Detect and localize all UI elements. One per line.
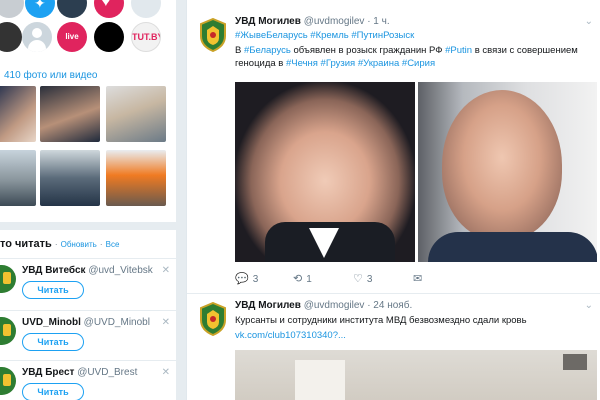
account-name[interactable]: УВД Витебск @uvd_Vitebsk [22,265,153,276]
view-all-link[interactable]: Все [106,240,120,249]
account-display-name: УВД Брест [22,367,75,378]
media-thumbnail[interactable] [40,86,100,142]
retweet-icon: ⟲ [293,273,303,285]
avatar[interactable]: TUT.BY [131,22,161,52]
tweet-photo[interactable] [235,82,415,262]
retweet-count: 1 [306,274,312,285]
media-thumbnail[interactable] [106,150,166,206]
avatar[interactable] [94,0,124,18]
author-handle[interactable]: @uvdmogilev [304,300,365,311]
left-sidebar: live TUT.BY 410 фото или видео то читать… [0,0,180,400]
avatar[interactable] [199,301,227,337]
police-emblem-icon [200,301,226,337]
media-thumbnail[interactable] [106,86,166,142]
tweet-photo[interactable] [418,82,597,262]
envelope-icon: ✉ [413,273,423,285]
tweet-header: УВД Могилев @uvdmogilev · 1 ч. [235,16,390,27]
photos-videos-panel: 410 фото или видео [0,62,176,222]
avatar[interactable] [57,0,87,18]
tweet[interactable]: УВД Могилев @uvdmogilev · 1 ч. ⌄ #ЖывеБе… [187,10,600,294]
close-icon[interactable]: ✕ [162,265,170,276]
police-emblem-icon [200,17,226,53]
close-icon[interactable]: ✕ [162,367,170,378]
account-handle: @uvd_Vitebsk [88,265,153,276]
chevron-down-icon[interactable]: ⌄ [585,16,593,27]
follow-suggestion: УВД Витебск @uvd_Vitebsk ✕ Читать [0,258,176,308]
photo-detail [428,232,597,262]
follow-button[interactable]: Читать [22,333,84,351]
follow-button[interactable]: Читать [22,383,84,400]
hashtag[interactable]: #Putin [445,45,472,56]
separator: · [99,240,103,249]
author-name[interactable]: УВД Могилев [235,300,301,311]
tweet-photos [235,82,597,262]
who-to-follow-header: то читать · Обновить · Все [0,238,119,250]
timeline: УВД Могилев @uvdmogilev · 1 ч. ⌄ #ЖывеБе… [186,0,600,400]
follow-suggestion: УВД Брест @UVD_Brest ✕ Читать [0,360,176,400]
tweet-text: Курсанты и сотрудники института МВД безв… [235,315,527,326]
tweet-header: УВД Могилев @uvdmogilev · 24 нояб. [235,300,412,311]
avatar[interactable] [199,17,227,53]
hashtag[interactable]: #Беларусь [244,45,291,56]
avatar[interactable] [0,317,16,345]
account-handle: @UVD_Minobl [83,317,150,328]
hashtag-line[interactable]: #ЖывеБеларусь #Кремль #ПутинРозыск [235,30,414,41]
account-display-name: УВД Витебск [22,265,86,276]
avatar[interactable] [22,22,52,52]
photo-detail [442,90,562,240]
tweet-photo[interactable] [235,350,597,400]
text-segment: объявлен в розыск гражданин РФ [290,45,446,56]
author-handle[interactable]: @uvdmogilev [304,16,365,27]
refresh-link[interactable]: Обновить [61,240,97,249]
account-handle: @UVD_Brest [77,367,138,378]
like-count: 3 [366,274,373,285]
avatar[interactable] [0,22,22,52]
avatar[interactable] [25,0,55,18]
direct-message-button[interactable]: ✉ [413,272,426,285]
avatar[interactable] [0,0,24,18]
follow-button[interactable]: Читать [22,281,84,299]
reply-icon: 💬 [235,273,249,285]
avatar[interactable]: live [57,22,87,52]
who-to-follow-panel: то читать · Обновить · Все УВД Витебск @… [0,222,176,400]
retweet-button[interactable]: ⟲ 1 [293,272,312,285]
avatar[interactable] [94,22,124,52]
like-button[interactable]: ♡ 3 [353,272,372,285]
who-to-follow-title: то читать [0,238,52,250]
media-thumbnail[interactable] [0,86,36,142]
reply-button[interactable]: 💬 3 [235,272,258,285]
followers-grid: live TUT.BY [0,0,176,62]
media-thumbnail[interactable] [0,150,36,206]
follow-suggestion: UVD_Minobl @UVD_Minobl ✕ Читать [0,310,176,360]
text-segment: В [235,45,244,56]
account-name[interactable]: УВД Брест @UVD_Brest [22,367,137,378]
author-name[interactable]: УВД Могилев [235,16,301,27]
timestamp[interactable]: · 24 нояб. [367,300,412,311]
avatar[interactable] [0,367,16,395]
separator: · [54,240,58,249]
tweet-text: В #Беларусь объявлен в розыск гражданин … [235,44,591,70]
media-thumbnail[interactable] [40,150,100,206]
avatar[interactable] [0,265,16,293]
reply-count: 3 [252,274,259,285]
tweet-link[interactable]: vk.com/club107310340?... [235,330,346,341]
account-display-name: UVD_Minobl [22,317,81,328]
hashtag-list[interactable]: #Чечня #Грузия #Украина #Сирия [286,58,435,69]
account-name[interactable]: UVD_Minobl @UVD_Minobl [22,317,150,328]
heart-icon: ♡ [353,273,363,285]
media-link[interactable]: 410 фото или видео [4,70,97,81]
chevron-down-icon[interactable]: ⌄ [585,300,593,311]
close-icon[interactable]: ✕ [162,317,170,328]
tweet[interactable]: УВД Могилев @uvdmogilev · 24 нояб. ⌄ Кур… [187,294,600,400]
timestamp[interactable]: · 1 ч. [367,16,389,27]
avatar[interactable] [131,0,161,18]
